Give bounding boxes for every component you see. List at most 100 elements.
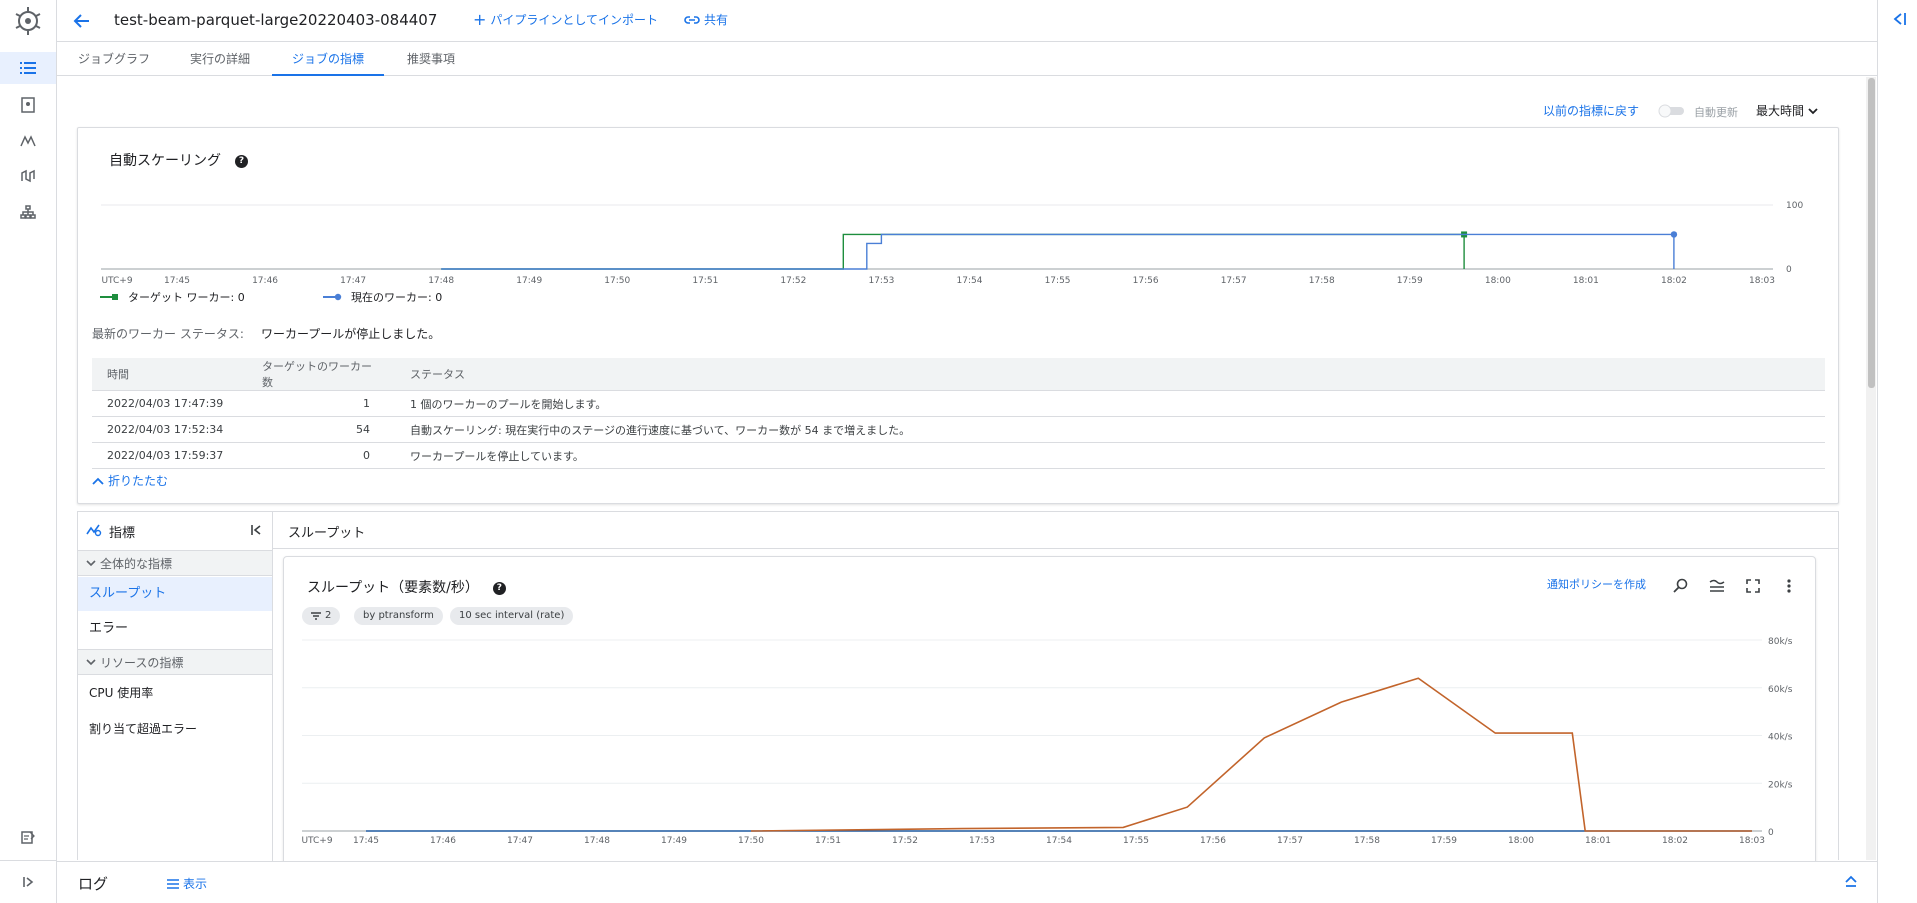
table-header-row: 時間 ターゲットのワーカー数 ステータス xyxy=(92,358,1825,391)
table-row: 2022/04/03 17:59:37 0 ワーカープールを停止しています。 xyxy=(92,442,1825,469)
legend-marker xyxy=(112,294,118,300)
log-panel-bar: ログ 表示 xyxy=(57,861,1877,903)
throughput-panel-title: スループット xyxy=(288,526,366,541)
table-header-status: ステータス xyxy=(395,358,1825,391)
y-tick-label: 0 xyxy=(1768,828,1774,838)
show-logs-label: 表示 xyxy=(183,877,208,891)
x-tick-label: 17:56 xyxy=(1133,276,1159,286)
table-row: 2022/04/03 17:47:39 1 1 個のワーカーのプールを開始します… xyxy=(92,390,1825,417)
x-tick-label: 17:51 xyxy=(692,276,718,286)
metrics-chart-icon xyxy=(86,524,102,537)
chart-style-icon[interactable] xyxy=(1707,576,1727,596)
y-tick-label: 80k/s xyxy=(1768,637,1793,647)
x-tick-label: 17:58 xyxy=(1354,836,1380,846)
table-cell-target-workers: 1 xyxy=(247,390,395,417)
series-marker xyxy=(1670,231,1678,238)
dataflow-job-page: test-beam-parquet-large20220403-084407 +… xyxy=(0,0,1917,903)
x-tick-label: 18:00 xyxy=(1508,836,1534,846)
x-tick-label: 17:56 xyxy=(1200,836,1226,846)
collapse-label: 折りたたむ xyxy=(108,474,169,488)
series-line xyxy=(750,677,1752,832)
legend-label: 現在のワーカー: 0 xyxy=(351,291,442,304)
table-header-target-workers: ターゲットのワーカー数 xyxy=(247,358,395,391)
table-cell-time: 2022/04/03 17:52:34 xyxy=(92,416,247,443)
show-logs-button[interactable]: 表示 xyxy=(167,875,207,892)
x-tick-label: 17:50 xyxy=(604,276,630,286)
table-cell-status: 1 個のワーカーのプールを開始します。 xyxy=(395,390,1825,417)
collapse-nav-icon[interactable] xyxy=(250,524,262,536)
throughput-chart-title: スループット（要素数/秒）? xyxy=(307,577,506,597)
x-tick-label: 18:03 xyxy=(1739,836,1765,846)
rail-separator xyxy=(0,860,56,861)
table-cell-status: ワーカープールを停止しています。 xyxy=(395,442,1825,469)
chevron-down-icon xyxy=(86,560,96,567)
x-tick-label: 17:45 xyxy=(164,276,190,286)
x-tick-label: 17:59 xyxy=(1431,836,1457,846)
x-tick-label: 17:57 xyxy=(1277,836,1303,846)
series-line xyxy=(441,233,1465,270)
panel-divider xyxy=(273,548,1839,549)
x-tick-label: 17:57 xyxy=(1221,276,1247,286)
x-tick-label: 18:03 xyxy=(1749,276,1775,286)
collapse-table-button[interactable]: 折りたたむ xyxy=(92,472,168,489)
table-cell-status: 自動スケーリング: 現在実行中のステージの進行速度に基づいて、ワーカー数が 54… xyxy=(395,416,1825,443)
y-tick-label: 40k/s xyxy=(1768,733,1793,743)
table-cell-target-workers: 54 xyxy=(247,416,395,443)
x-tick-label: 17:46 xyxy=(252,276,278,286)
x-tick-label: 17:48 xyxy=(428,276,454,286)
x-tick-label: 17:52 xyxy=(892,836,918,846)
autoscaling-table: 時間 ターゲットのワーカー数 ステータス 2022/04/03 17:47:39… xyxy=(92,358,1825,469)
x-tick-label: 17:47 xyxy=(507,836,533,846)
x-tick-label: 18:02 xyxy=(1662,836,1688,846)
x-tick-label: 17:49 xyxy=(661,836,687,846)
expand-rail-icon[interactable] xyxy=(18,872,38,892)
table-cell-target-workers: 0 xyxy=(247,442,395,469)
x-tick-label: 17:46 xyxy=(430,836,456,846)
x-tick-label: 17:55 xyxy=(1123,836,1149,846)
x-tick-label: 17:53 xyxy=(868,276,894,286)
worker-status-label: 最新のワーカー ステータス: xyxy=(92,327,244,341)
throughput-chart-title-text: スループット（要素数/秒） xyxy=(307,580,479,596)
x-tick-label: 17:53 xyxy=(969,836,995,846)
series-line xyxy=(441,233,1675,270)
x-tick-label: 17:49 xyxy=(516,276,542,286)
table-row: 2022/04/03 17:52:34 54 自動スケーリング: 現在実行中のス… xyxy=(92,416,1825,443)
legend-label: ターゲット ワーカー: 0 xyxy=(128,291,245,304)
x-tick-label: 17:55 xyxy=(1045,276,1071,286)
list-icon xyxy=(167,878,179,889)
help-icon[interactable]: ? xyxy=(492,581,506,595)
y-tick-label: 20k/s xyxy=(1768,780,1793,790)
x-tick-label: 18:01 xyxy=(1573,276,1599,286)
y-tick-label: 100 xyxy=(1786,201,1803,211)
worker-status-value: ワーカープールが停止しました。 xyxy=(261,327,441,341)
x-tick-label: 18:00 xyxy=(1485,276,1511,286)
x-tick-label: UTC+9 xyxy=(101,276,132,286)
x-tick-label: 18:01 xyxy=(1585,836,1611,846)
x-tick-label: 17:47 xyxy=(340,276,366,286)
more-vert-icon[interactable] xyxy=(1779,576,1799,596)
fullscreen-icon[interactable] xyxy=(1743,576,1763,596)
log-title: ログ xyxy=(78,875,109,893)
filter-icon xyxy=(311,612,321,620)
x-tick-label: 17:50 xyxy=(738,836,764,846)
y-tick-label: 0 xyxy=(1786,265,1792,275)
zoom-icon[interactable] xyxy=(1671,576,1691,596)
chevron-up-icon xyxy=(92,477,104,485)
x-tick-label: 17:54 xyxy=(957,276,983,286)
legend-marker xyxy=(334,293,342,301)
x-tick-label: 17:51 xyxy=(815,836,841,846)
y-tick-label: 60k/s xyxy=(1768,685,1793,695)
nav-item-throughput[interactable]: スループット xyxy=(78,577,272,611)
nav-group-overall[interactable]: 全体的な指標 xyxy=(78,550,272,576)
expand-log-icon[interactable] xyxy=(1844,874,1858,888)
metrics-nav-header: 指標 xyxy=(78,512,273,548)
nav-group-overall-label: 全体的な指標 xyxy=(100,556,173,571)
create-alert-policy-link[interactable]: 通知ポリシーを作成 xyxy=(1547,576,1646,592)
x-tick-label: 17:48 xyxy=(584,836,610,846)
metrics-nav-title: 指標 xyxy=(109,526,136,541)
table-cell-time: 2022/04/03 17:59:37 xyxy=(92,442,247,469)
x-tick-label: UTC+9 xyxy=(301,836,332,846)
table-cell-time: 2022/04/03 17:47:39 xyxy=(92,390,247,417)
x-tick-label: 17:59 xyxy=(1397,276,1423,286)
x-tick-label: 18:02 xyxy=(1661,276,1687,286)
